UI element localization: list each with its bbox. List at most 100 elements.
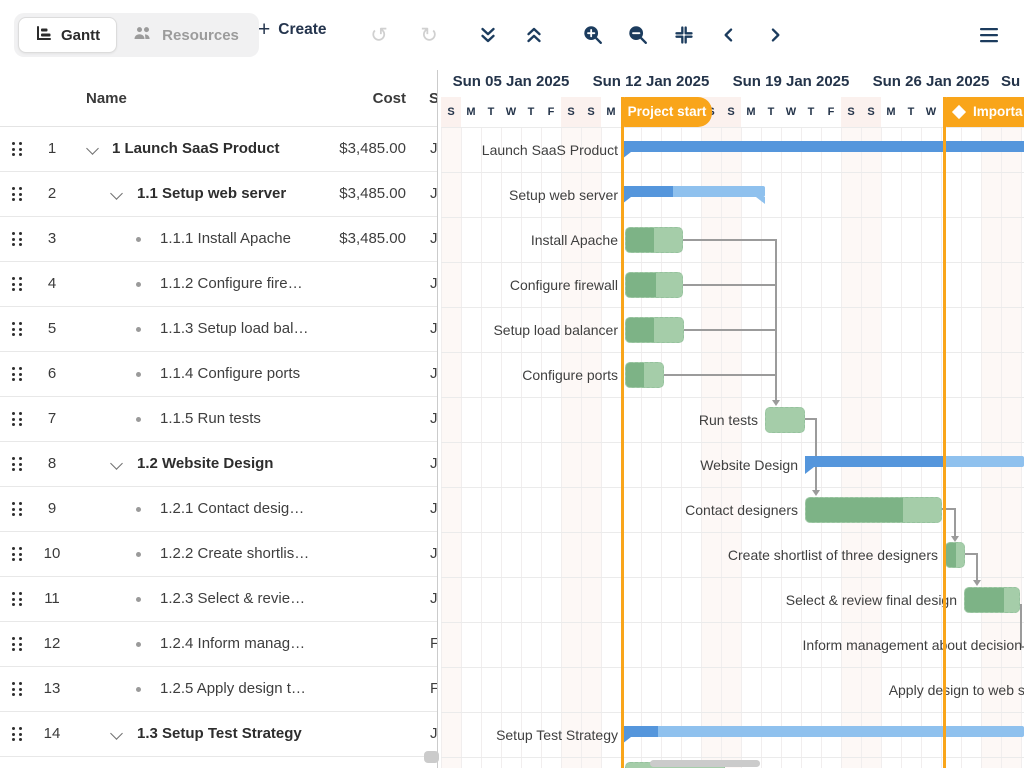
task-row[interactable]: 61.1.4 Configure portsJ [0,352,437,397]
task-bar[interactable] [625,362,664,388]
expand-all-button[interactable] [475,22,501,48]
create-button[interactable]: + Create [258,20,327,40]
row-gridline [441,757,1024,758]
dependency-line [775,239,777,401]
task-row[interactable]: 71.1.5 Run testsJ [0,397,437,442]
expander-collapse-icon[interactable] [86,142,99,155]
drag-handle-icon[interactable] [12,592,23,608]
day-gridline [701,127,702,768]
drag-handle-icon[interactable] [12,367,23,383]
timeline-week-header[interactable]: Sun 26 Jan 2025 [861,70,1001,97]
parent-task-bar[interactable] [622,726,1024,737]
task-row[interactable]: 11 Launch SaaS Product$3,485.00J [0,127,437,172]
drag-handle-icon[interactable] [12,277,23,293]
drag-handle-icon[interactable] [12,637,23,653]
task-cost: $3,485.00 [339,185,406,202]
row-number: 14 [36,725,68,742]
task-row[interactable]: 31.1.1 Install Apache$3,485.00J [0,217,437,262]
collapse-all-button[interactable] [521,22,547,48]
task-row[interactable]: 91.2.1 Contact desig…J [0,487,437,532]
zoom-out-button[interactable] [625,22,651,48]
tab-gantt[interactable]: Gantt [18,17,117,53]
shift-next-button[interactable] [762,22,788,48]
task-progress [945,542,956,568]
zoom-out-icon [627,24,649,46]
drag-handle-icon[interactable] [12,142,23,158]
task-row[interactable]: 41.1.2 Configure fire…J [0,262,437,307]
row-number: 12 [36,635,68,652]
parent-task-bar[interactable] [622,186,765,197]
redo-button[interactable]: ↻ [416,22,442,48]
expander-collapse-icon[interactable] [110,727,123,740]
bar-label: Apply design to web si [889,677,1024,703]
task-row[interactable]: 131.2.5 Apply design t…F [0,667,437,712]
zoom-in-button[interactable] [580,22,606,48]
shift-previous-button[interactable] [716,22,742,48]
drag-handle-icon[interactable] [12,502,23,518]
day-gridline [521,127,522,768]
task-bar[interactable] [964,587,1020,613]
zoom-to-fit-button[interactable] [671,22,697,48]
task-row[interactable]: 121.2.4 Inform manag…F [0,622,437,667]
day-gridline [861,127,862,768]
task-bar[interactable] [625,272,683,298]
day-gridline [841,127,842,768]
drag-handle-icon[interactable] [12,547,23,563]
weekend-shading [861,127,881,768]
leaf-bullet-icon [136,552,141,557]
task-row[interactable]: 51.1.3 Setup load bal…J [0,307,437,352]
drag-handle-icon[interactable] [12,682,23,698]
timeline-week-header[interactable]: Sun 19 Jan 2025 [721,70,861,97]
day-gridline [741,127,742,768]
drag-handle-icon[interactable] [12,412,23,428]
timeline-week-header[interactable]: Sun 05 Jan 2025 [441,70,581,97]
dependency-line [954,508,956,538]
day-gridline [881,127,882,768]
column-header-cost[interactable]: Cost [373,90,406,107]
task-row[interactable]: 81.2 Website DesignJ [0,442,437,487]
task-row[interactable]: 21.1 Setup web server$3,485.00J [0,172,437,217]
day-gridline [1021,127,1022,768]
people-icon [133,26,153,45]
expander-collapse-icon[interactable] [110,187,123,200]
drag-handle-icon[interactable] [12,457,23,473]
day-gridline [481,127,482,768]
task-start-date-clipped: J [430,455,437,472]
day-gridline [661,127,662,768]
task-row[interactable]: 141.3 Setup Test StrategyJ [0,712,437,757]
task-bar[interactable] [945,542,965,568]
drag-handle-icon[interactable] [12,727,23,743]
timeline-week-header[interactable]: Sun 12 Jan 2025 [581,70,721,97]
bar-label: Setup web server [509,182,618,208]
task-start-date-clipped: J [430,320,437,337]
timeline-day-header: F [541,97,561,127]
task-bar[interactable] [765,407,805,433]
row-number: 13 [36,680,68,697]
task-bar[interactable] [805,497,942,523]
task-bar[interactable] [625,317,684,343]
horizontal-scrollbar-thumb[interactable] [650,760,760,767]
task-start-date-clipped: J [430,140,437,157]
parent-task-bar[interactable] [622,141,1024,152]
drag-handle-icon[interactable] [12,187,23,203]
column-header-start-clipped[interactable]: S [429,90,437,107]
timeline-week-header[interactable]: Su [1001,70,1024,97]
timeline-day-header: W [501,97,521,127]
menu-button[interactable] [976,22,1002,48]
task-progress [805,497,903,523]
tab-gantt-label: Gantt [61,27,100,44]
task-progress [625,272,656,298]
row-number: 6 [36,365,68,382]
drag-handle-icon[interactable] [12,232,23,248]
undo-button[interactable]: ↺ [366,22,392,48]
drag-handle-icon[interactable] [12,322,23,338]
tab-resources[interactable]: Resources [117,17,255,53]
expander-collapse-icon[interactable] [110,457,123,470]
task-bar[interactable] [625,227,683,253]
column-header-name[interactable]: Name [86,90,127,107]
splitter-handle[interactable] [424,751,439,763]
task-row[interactable]: 111.2.3 Select & revie…J [0,577,437,622]
parent-task-bar[interactable] [805,456,1024,467]
task-name: 1.1.2 Configure fire… [160,275,303,292]
task-row[interactable]: 101.2.2 Create shortlis…J [0,532,437,577]
